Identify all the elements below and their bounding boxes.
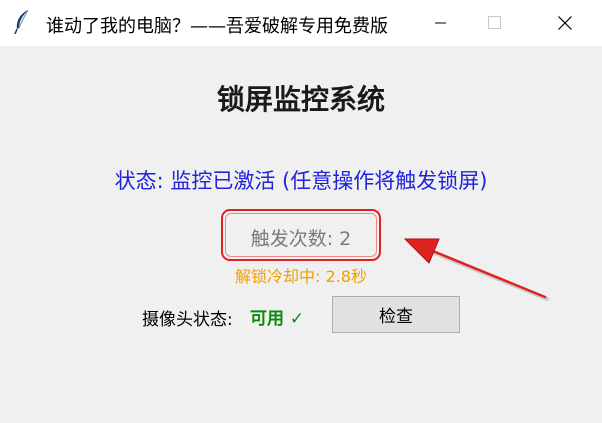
- app-window: 谁动了我的电脑？——吾爱破解专用免费版 锁屏监控系统 状态: 监控已激活 (任意…: [0, 0, 602, 423]
- trigger-count-highlight: 触发次数: 2: [221, 209, 381, 261]
- page-title: 锁屏监控系统: [216, 83, 385, 116]
- camera-status-label: 摄像头状态:: [142, 310, 233, 330]
- maximize-button[interactable]: [472, 0, 518, 46]
- close-icon: [558, 16, 572, 30]
- feather-icon: [12, 9, 32, 35]
- minimize-button[interactable]: [418, 0, 464, 46]
- camera-status-value: 可用 ✓: [250, 309, 305, 329]
- monitor-status: 状态: 监控已激活 (任意操作将触发锁屏): [114, 169, 488, 193]
- cooldown-status: 解锁冷却中: 2.8秒: [235, 267, 367, 286]
- minimize-icon: [435, 22, 446, 24]
- close-button[interactable]: [542, 0, 588, 46]
- trigger-count: 触发次数: 2: [250, 228, 352, 250]
- check-button[interactable]: 检查: [332, 296, 460, 333]
- maximize-icon: [488, 16, 501, 29]
- window-title: 谁动了我的电脑？——吾爱破解专用免费版: [46, 16, 388, 37]
- title-bar[interactable]: 谁动了我的电脑？——吾爱破解专用免费版: [0, 0, 602, 46]
